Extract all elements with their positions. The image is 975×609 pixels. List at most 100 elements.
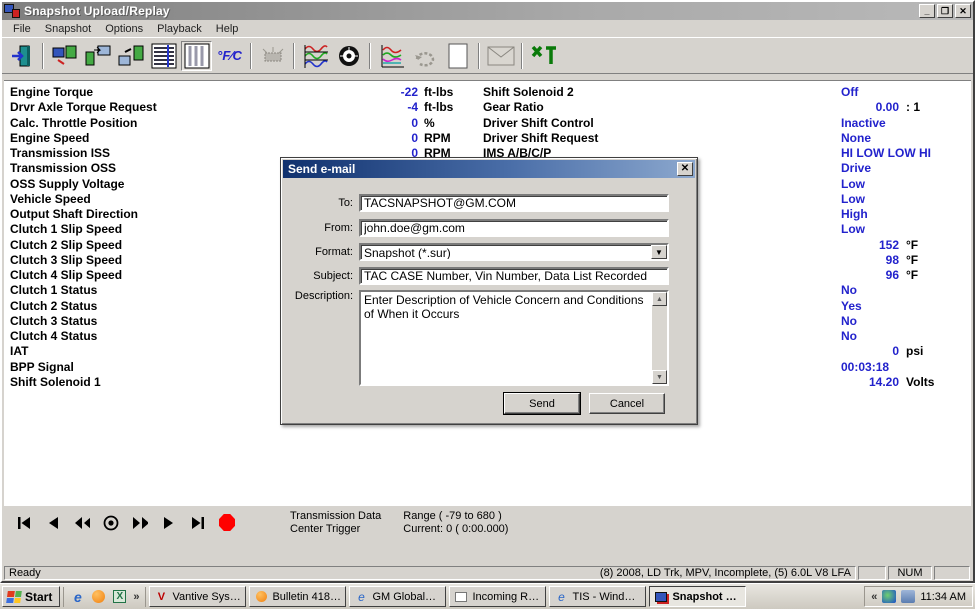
param-unit (899, 283, 971, 298)
scroll-down-icon[interactable]: ▼ (652, 370, 667, 384)
description-field[interactable]: Enter Description of Vehicle Concern and… (361, 292, 652, 384)
menu-file[interactable]: File (6, 21, 38, 37)
param-value: 98 (833, 253, 899, 268)
param-unit (899, 177, 971, 192)
blank-page-icon[interactable] (442, 41, 473, 71)
dialog-title-bar[interactable]: Send e-mail ✕ (283, 160, 695, 178)
param-value: Inactive (833, 116, 899, 131)
network-globe-icon[interactable] (882, 590, 896, 603)
taskbar-task-snapshot-uplo[interactable]: Snapshot Uplo... (649, 586, 746, 607)
internet-explorer-icon[interactable]: e (70, 589, 85, 604)
step-back-icon[interactable] (45, 515, 61, 531)
param-label: Engine Torque (4, 85, 328, 100)
tray-overflow-icon[interactable]: « (871, 591, 877, 603)
skip-to-end-icon[interactable] (190, 515, 206, 531)
step-forward-icon[interactable] (161, 515, 177, 531)
upload-from-vehicle-icon[interactable] (49, 41, 80, 71)
exit-icon[interactable] (6, 41, 37, 71)
param-value: No (833, 283, 899, 298)
gauge-icon[interactable] (333, 41, 364, 71)
description-scrollbar[interactable]: ▲ ▼ (652, 292, 667, 384)
param-value: -4 (328, 100, 418, 115)
param-value: Drive (833, 161, 899, 176)
param-unit (899, 207, 971, 222)
param-unit: ft-lbs (418, 100, 478, 115)
playback-controls (16, 515, 235, 531)
chevron-down-icon[interactable]: ▼ (651, 245, 667, 259)
quick-launch: e X » (63, 587, 146, 607)
status-vehicle-info: (8) 2008, LD Trk, MPV, Incomplete, (5) 6… (600, 567, 851, 579)
rewind-icon[interactable] (74, 515, 90, 531)
flash-disabled-icon (257, 41, 288, 71)
task-label: Incoming Reques... (472, 591, 541, 603)
param-label: Driver Shift Control (478, 116, 833, 131)
menu-playback[interactable]: Playback (150, 21, 209, 37)
fast-forward-icon[interactable] (132, 515, 148, 531)
scroll-up-icon[interactable]: ▲ (652, 292, 667, 306)
stop-record-icon[interactable] (219, 515, 235, 531)
restore-button[interactable]: ❐ (937, 4, 953, 18)
param-value: Off (833, 85, 899, 100)
param-label: Driver Shift Request (478, 131, 833, 146)
send-button[interactable]: Send (504, 393, 580, 414)
send-email-icon[interactable] (485, 41, 516, 71)
to-field[interactable] (359, 194, 669, 212)
param-label: Calc. Throttle Position (4, 116, 328, 131)
column-view-icon[interactable] (181, 41, 212, 71)
status-panel-blank (934, 566, 970, 580)
pc-to-device-icon[interactable] (115, 41, 146, 71)
taskbar-task-tis-windows-in[interactable]: eTIS - Windows In... (549, 586, 646, 607)
start-label: Start (25, 590, 52, 604)
data-row: Engine Torque-22ft-lbsShift Solenoid 2Of… (4, 85, 971, 100)
subject-label: Subject: (283, 270, 353, 282)
excel-icon[interactable]: X (112, 589, 127, 604)
record-circle-icon[interactable] (103, 515, 119, 531)
param-unit: : 1 (899, 100, 971, 115)
device-to-pc-icon[interactable] (82, 41, 113, 71)
start-button[interactable]: Start (2, 586, 60, 607)
param-value: Low (833, 192, 899, 207)
taskbar-task-gm-globalconnec[interactable]: eGM GlobalConnec... (349, 586, 446, 607)
quick-launch-overflow-icon[interactable]: » (133, 591, 139, 603)
cancel-button[interactable]: Cancel (589, 393, 665, 414)
param-unit (899, 116, 971, 131)
param-unit (899, 314, 971, 329)
menu-options[interactable]: Options (98, 21, 150, 37)
taskbar-task-vantive-system[interactable]: VVantive System -... (149, 586, 246, 607)
toolbar-separator (293, 43, 295, 69)
param-unit (899, 192, 971, 207)
param-value: -22 (328, 85, 418, 100)
taskbar-task-incoming-reques[interactable]: Incoming Reques... (449, 586, 546, 607)
param-value: Yes (833, 299, 899, 314)
menu-help[interactable]: Help (209, 21, 246, 37)
menu-snapshot[interactable]: Snapshot (38, 21, 98, 37)
close-button[interactable]: ✕ (955, 4, 971, 18)
orange-ball-icon[interactable] (91, 589, 106, 604)
minimize-button[interactable]: _ (919, 4, 935, 18)
fahrenheit-celsius-toggle-icon[interactable]: °F∕C (214, 41, 245, 71)
param-unit (899, 329, 971, 344)
param-unit (899, 85, 971, 100)
desktop: Snapshot Upload/Replay _ ❐ ✕ File Snapsh… (0, 0, 975, 609)
format-dropdown[interactable]: Snapshot (*.sur) ▼ (359, 243, 669, 261)
line-graph-icon[interactable] (300, 41, 331, 71)
dialog-close-icon[interactable]: ✕ (677, 162, 693, 176)
data-row: Calc. Throttle Position0%Driver Shift Co… (4, 116, 971, 131)
replay-disabled-icon (409, 41, 440, 71)
task-label: TIS - Windows In... (572, 591, 641, 603)
row-list-view-icon[interactable] (148, 41, 179, 71)
from-field[interactable] (359, 219, 669, 237)
device-tray-icon[interactable] (901, 590, 915, 603)
param-unit: RPM (418, 131, 478, 146)
menu-bar: File Snapshot Options Playback Help (2, 20, 973, 37)
taskbar-task-bulletin-41864-in[interactable]: Bulletin 41864 in ... (249, 586, 346, 607)
param-unit (899, 146, 971, 161)
tools-icon[interactable] (528, 41, 559, 71)
colored-graph-icon[interactable] (376, 41, 407, 71)
subject-field[interactable] (359, 267, 669, 285)
windows-logo-icon (6, 591, 22, 603)
param-unit (899, 131, 971, 146)
skip-to-start-icon[interactable] (16, 515, 32, 531)
param-value: HI LOW LOW HI (833, 146, 899, 161)
param-unit: psi (899, 344, 971, 359)
